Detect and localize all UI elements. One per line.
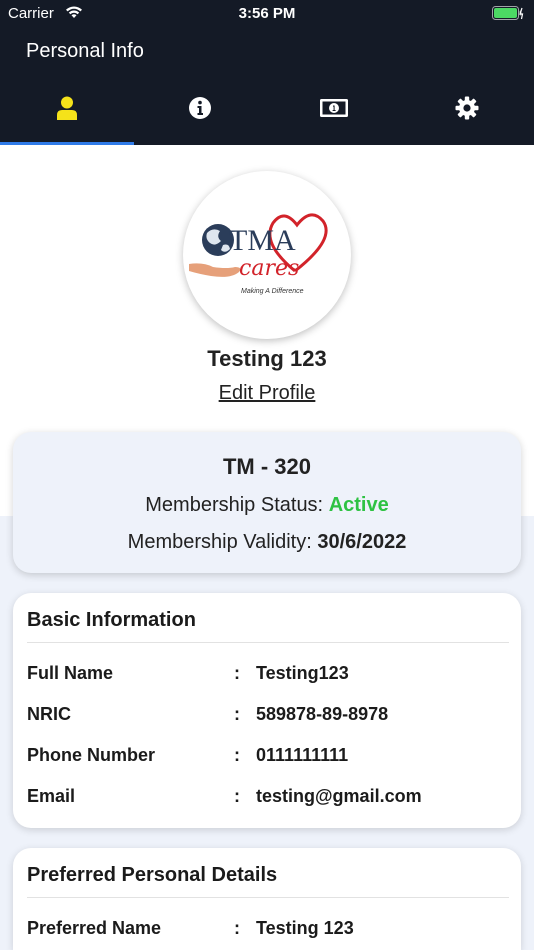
membership-status-value: Active <box>328 494 389 516</box>
money-icon <box>319 98 349 123</box>
edit-profile-link[interactable]: Edit Profile <box>0 382 534 405</box>
info-row-full-name: Full Name : Testing123 <box>13 653 521 694</box>
info-label: Preferred Name <box>27 918 162 938</box>
info-colon: : <box>234 704 240 724</box>
page-title: Personal Info <box>26 40 144 62</box>
info-label: Phone Number <box>27 745 156 765</box>
battery-icon <box>492 6 524 24</box>
info-label: NRIC <box>27 704 71 724</box>
info-colon: : <box>234 918 240 938</box>
logo-sub-text: cares <box>239 256 299 281</box>
basic-information-card: Basic Information Full Name : Testing123… <box>13 593 521 828</box>
tab-bar <box>0 76 534 145</box>
nav-bar: Personal Info <box>0 28 534 76</box>
profile-name: Testing 123 <box>207 346 327 371</box>
info-row-phone-number: Phone Number : 0111111111 <box>13 735 521 776</box>
info-value: Testing123 <box>256 663 349 683</box>
status-bar: Carrier 3:56 PM <box>0 0 534 28</box>
tab-info[interactable] <box>134 76 268 145</box>
info-label: Email <box>27 786 76 806</box>
info-colon: : <box>234 786 240 806</box>
preferred-details-card: Preferred Personal Details Preferred Nam… <box>13 848 521 950</box>
info-row-email: Email : testing@gmail.com <box>13 776 521 817</box>
tma-cares-logo: TMA cares Making A Difference <box>189 213 328 295</box>
membership-status-row: Membership Status: Active <box>13 494 521 517</box>
info-value: testing@gmail.com <box>256 786 422 806</box>
logo-brand-text: TMA <box>229 224 296 257</box>
info-icon <box>188 96 212 125</box>
info-colon: : <box>234 663 240 683</box>
membership-card: TM - 320 Membership Status: Active Membe… <box>13 432 521 573</box>
gear-icon <box>455 96 479 125</box>
tab-payments[interactable] <box>267 76 401 145</box>
info-value: Testing 123 <box>256 918 354 938</box>
card-title: Preferred Personal Details <box>27 864 278 886</box>
info-value: 0111111111 <box>256 745 349 765</box>
info-value: 589878-89-8978 <box>256 704 389 724</box>
avatar[interactable]: TMA cares Making A Difference <box>183 171 351 339</box>
membership-validity-label: Membership Validity: <box>127 531 312 553</box>
info-row-nric: NRIC : 589878-89-8978 <box>13 694 521 735</box>
info-label: Full Name <box>27 663 114 683</box>
logo-tagline: Making A Difference <box>241 288 304 295</box>
membership-status-label: Membership Status: <box>145 494 324 516</box>
tab-profile[interactable] <box>0 76 134 145</box>
info-row-preferred-name: Preferred Name : Testing 123 <box>13 908 521 949</box>
tab-settings[interactable] <box>401 76 534 145</box>
card-title: Basic Information <box>27 609 196 631</box>
info-colon: : <box>234 745 240 765</box>
clock: 3:56 PM <box>238 5 296 22</box>
membership-validity-row: Membership Validity: 30/6/2022 <box>13 531 521 554</box>
membership-id: TM - 320 <box>222 454 312 479</box>
user-icon <box>56 96 78 125</box>
membership-validity-value: 30/6/2022 <box>317 531 407 553</box>
